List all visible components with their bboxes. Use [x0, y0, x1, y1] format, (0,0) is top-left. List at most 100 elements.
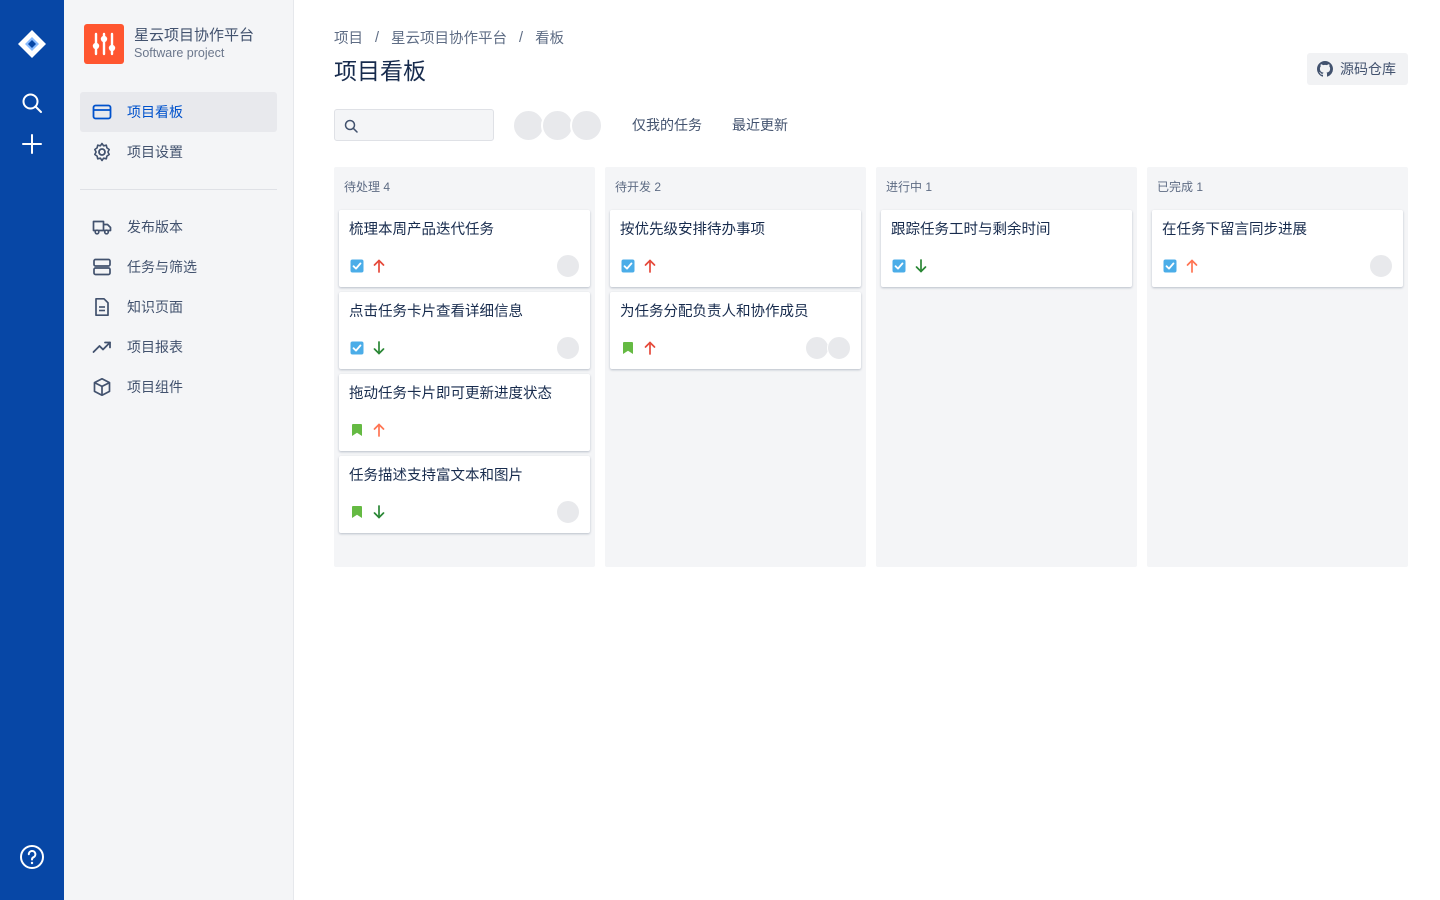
project-header[interactable]: 星云项目协作平台 Software project	[84, 24, 254, 64]
nav-item-label: 发布版本	[127, 219, 183, 235]
issue-card[interactable]: 为任务分配负责人和协作成员	[610, 292, 861, 369]
issue-title: 梳理本周产品迭代任务	[349, 222, 494, 238]
secondary-nav: 发布版本 任务与筛选 知识页面 项目报表 项目组件	[80, 207, 277, 407]
issue-title: 拖动任务卡片即可更新进度状态	[349, 386, 552, 402]
story-bookmark-icon	[349, 422, 365, 438]
assignee-avatar[interactable]	[556, 336, 580, 360]
task-checkbox-icon	[1162, 258, 1178, 274]
board-icon	[92, 102, 112, 122]
priority-medium-arrow-icon	[1184, 258, 1200, 274]
plus-icon[interactable]	[16, 128, 48, 160]
issue-card[interactable]: 点击任务卡片查看详细信息	[339, 292, 590, 369]
gear-icon	[92, 142, 112, 162]
assignee-avatar[interactable]	[1369, 254, 1393, 278]
issue-footer	[349, 500, 580, 524]
priority-medium-arrow-icon	[371, 422, 387, 438]
priority-low-arrow-icon	[371, 340, 387, 356]
issue-footer	[620, 336, 851, 360]
breadcrumb-separator: /	[519, 29, 524, 46]
issue-title: 点击任务卡片查看详细信息	[349, 304, 523, 320]
issue-card[interactable]: 在任务下留言同步进展	[1152, 210, 1403, 287]
issue-card[interactable]: 拖动任务卡片即可更新进度状态	[339, 374, 590, 451]
search-icon[interactable]	[16, 87, 48, 119]
priority-low-arrow-icon	[913, 258, 929, 274]
primary-nav: 项目看板 项目设置	[80, 92, 277, 172]
main-content: 项目 / 星云项目协作平台 / 看板 项目看板 源码仓库 仅我的任务 最近更新 …	[294, 0, 1440, 900]
assignee-avatar[interactable]	[827, 336, 851, 360]
search-icon	[344, 119, 358, 133]
nav-item-label: 项目报表	[127, 339, 183, 355]
priority-high-arrow-icon	[642, 340, 658, 356]
story-bookmark-icon	[349, 504, 365, 520]
avatar[interactable]	[570, 108, 603, 142]
repo-button[interactable]: 源码仓库	[1307, 53, 1408, 85]
search-input[interactable]	[335, 110, 493, 140]
issue-card[interactable]: 梳理本周产品迭代任务	[339, 210, 590, 287]
issue-assignees	[556, 500, 580, 524]
recently-updated-filter[interactable]: 最近更新	[732, 115, 788, 135]
assignee-avatars	[512, 108, 603, 142]
issue-title: 为任务分配负责人和协作成员	[620, 304, 809, 320]
nav-divider	[80, 189, 277, 190]
breadcrumb-separator: /	[375, 29, 380, 46]
nav-item-components[interactable]: 项目组件	[80, 367, 277, 407]
nav-item-label: 项目设置	[127, 144, 183, 160]
issue-title: 在任务下留言同步进展	[1162, 222, 1307, 238]
issue-title: 跟踪任务工时与剩余时间	[891, 222, 1051, 238]
issue-footer	[1162, 254, 1393, 278]
breadcrumb-project[interactable]: 星云项目协作平台	[391, 27, 507, 48]
column-header: 进行中 1	[886, 180, 933, 194]
nav-item-label: 项目组件	[127, 379, 183, 395]
nav-item-releases[interactable]: 发布版本	[80, 207, 277, 247]
assignee-avatar[interactable]	[805, 336, 829, 360]
board-filters: 仅我的任务 最近更新	[334, 108, 788, 142]
truck-icon	[92, 217, 112, 237]
issue-assignees	[556, 254, 580, 278]
nav-item-issues-filters[interactable]: 任务与筛选	[80, 247, 277, 287]
issue-title: 按优先级安排待办事项	[620, 222, 765, 238]
nav-item-pages[interactable]: 知识页面	[80, 287, 277, 327]
board-column: 已完成 1 在任务下留言同步进展	[1147, 167, 1408, 567]
priority-low-arrow-icon	[371, 504, 387, 520]
board-column: 进行中 1 跟踪任务工时与剩余时间	[876, 167, 1137, 567]
board-column: 待处理 4 梳理本周产品迭代任务点击任务卡片查看详细信息拖动任务卡片即可更新进度状…	[334, 167, 595, 567]
issue-card[interactable]: 任务描述支持富文本和图片	[339, 456, 590, 533]
issue-card[interactable]: 跟踪任务工时与剩余时间	[881, 210, 1132, 287]
column-header: 待处理 4	[344, 180, 391, 194]
breadcrumb-board[interactable]: 看板	[535, 27, 564, 48]
global-nav	[0, 0, 64, 900]
jira-diamond-icon[interactable]	[16, 28, 48, 60]
nav-item-reports[interactable]: 项目报表	[80, 327, 277, 367]
nav-item-board[interactable]: 项目看板	[80, 92, 277, 132]
issue-assignees	[1369, 254, 1393, 278]
breadcrumb-projects[interactable]: 项目	[334, 27, 363, 48]
issue-footer	[891, 255, 1122, 277]
kanban-board: 待处理 4 梳理本周产品迭代任务点击任务卡片查看详细信息拖动任务卡片即可更新进度状…	[334, 167, 1408, 567]
nav-item-settings[interactable]: 项目设置	[80, 132, 277, 172]
priority-high-arrow-icon	[642, 258, 658, 274]
assignee-avatar[interactable]	[556, 254, 580, 278]
search-box	[334, 109, 494, 141]
column-header: 待开发 2	[615, 180, 662, 194]
priority-high-arrow-icon	[371, 258, 387, 274]
issue-footer	[349, 254, 580, 278]
nav-item-label: 项目看板	[127, 104, 183, 120]
only-my-issues-filter[interactable]: 仅我的任务	[632, 115, 702, 135]
page-title: 项目看板	[334, 58, 426, 84]
assignee-avatar[interactable]	[556, 500, 580, 524]
project-avatar	[84, 24, 124, 64]
task-checkbox-icon	[620, 258, 636, 274]
column-header: 已完成 1	[1157, 180, 1204, 194]
trend-icon	[92, 337, 112, 357]
breadcrumb: 项目 / 星云项目协作平台 / 看板	[334, 27, 564, 48]
stack-icon	[92, 257, 112, 277]
task-checkbox-icon	[891, 258, 907, 274]
project-sidebar: 星云项目协作平台 Software project 项目看板 项目设置 发布版本	[64, 0, 294, 900]
task-checkbox-icon	[349, 340, 365, 356]
project-name: 星云项目协作平台	[134, 27, 255, 44]
issue-title: 任务描述支持富文本和图片	[349, 468, 523, 484]
issue-card[interactable]: 按优先级安排待办事项	[610, 210, 861, 287]
help-icon[interactable]	[16, 841, 48, 873]
sliders-icon	[92, 32, 116, 56]
nav-item-label: 知识页面	[127, 299, 183, 315]
